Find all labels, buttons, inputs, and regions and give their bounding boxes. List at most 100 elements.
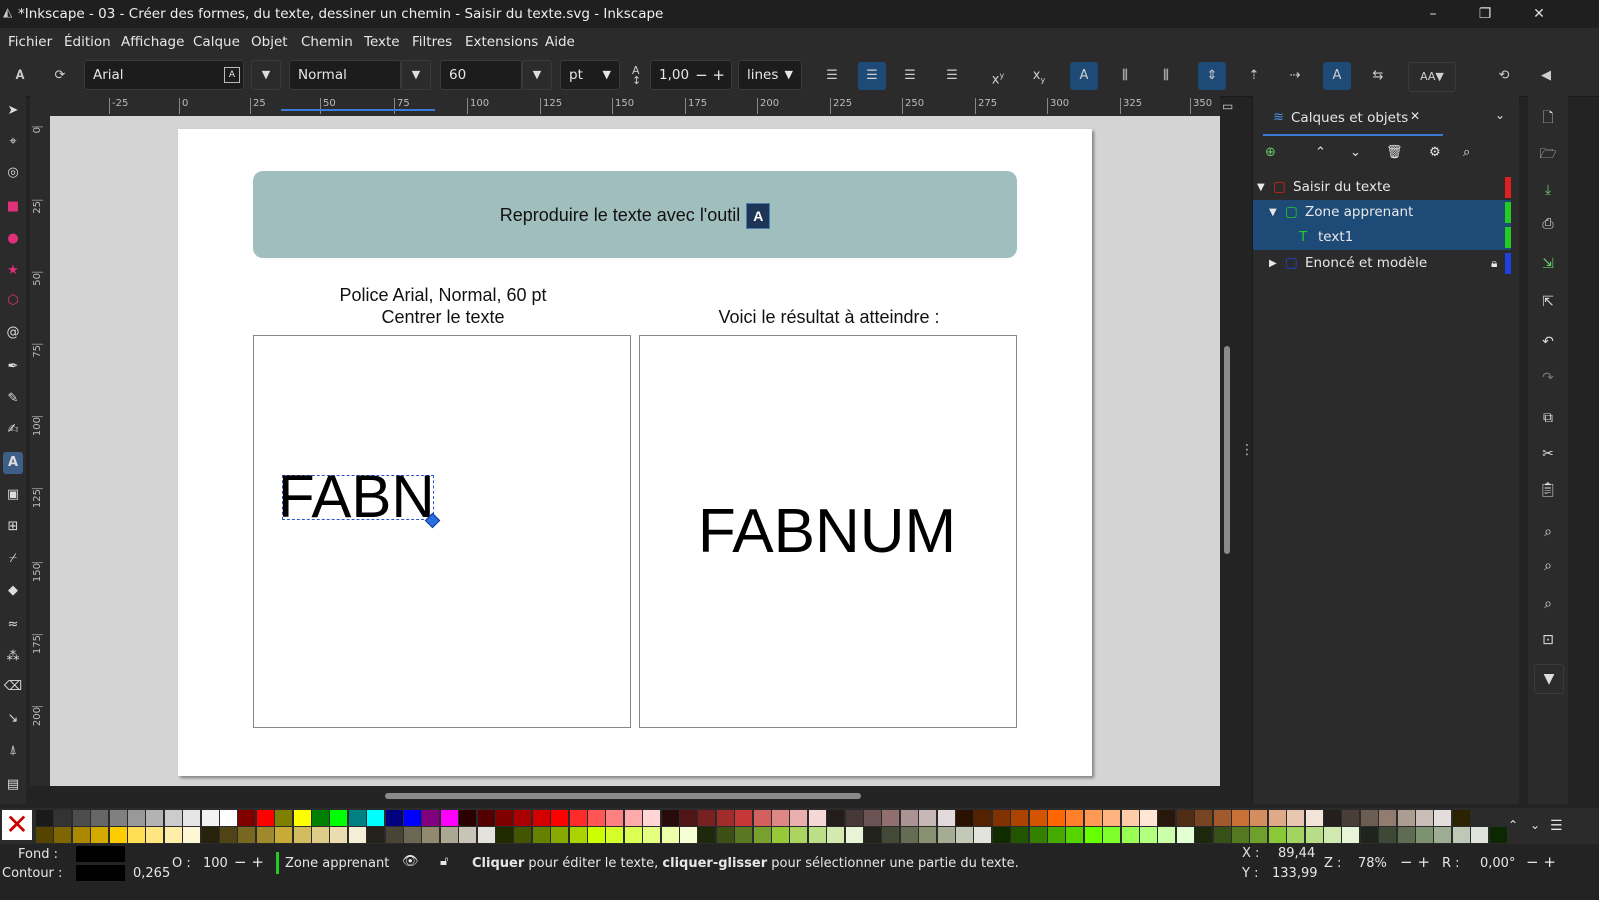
connector-tool-icon[interactable]: ↘ (3, 708, 23, 730)
color-swatch[interactable] (514, 810, 532, 826)
color-swatch[interactable] (1140, 827, 1157, 843)
color-swatch[interactable] (1029, 827, 1047, 843)
stepper-icon[interactable]: − + (695, 61, 725, 89)
color-swatch[interactable] (1287, 810, 1305, 826)
color-swatch[interactable] (1158, 810, 1176, 826)
expand-arrow-icon[interactable]: ▼ (1269, 200, 1277, 225)
font-size-field[interactable]: 60 (440, 60, 522, 90)
learner-zone[interactable] (253, 335, 631, 728)
color-swatch[interactable] (1103, 810, 1121, 826)
color-swatch[interactable] (624, 827, 642, 843)
color-swatch[interactable] (146, 810, 164, 826)
color-swatch[interactable] (183, 810, 201, 826)
import-icon[interactable]: ⇲ (1534, 250, 1562, 278)
color-swatch[interactable] (164, 827, 182, 843)
color-swatch[interactable] (220, 827, 237, 843)
mesh-tool-icon[interactable]: ⊞ (3, 516, 23, 538)
star-tool-icon[interactable]: ★ (3, 260, 23, 282)
lock-icon[interactable]: 🔒︎ (1491, 251, 1497, 276)
color-swatch[interactable] (54, 810, 72, 826)
refresh-icon[interactable]: ⟳ (46, 62, 74, 90)
color-swatch[interactable] (1379, 827, 1397, 843)
color-swatch[interactable] (588, 827, 605, 843)
color-swatch[interactable] (1176, 810, 1194, 826)
search-icon[interactable]: ⌕ (1463, 145, 1470, 160)
glyph-orientation-icon[interactable]: ⇕ (1198, 62, 1226, 90)
color-swatch[interactable] (1305, 810, 1323, 826)
vertical-ruler[interactable]: 0 25 50 75 100 125 150 175 200 (30, 96, 50, 786)
tab-calques[interactable]: ≋ Calques et objets ✕ (1263, 104, 1443, 136)
spacing-mode-select[interactable]: lines ▼ (738, 60, 802, 90)
color-swatch[interactable] (1121, 827, 1139, 843)
color-swatch[interactable] (1342, 827, 1360, 843)
expand-arrow-icon[interactable]: ▶ (1269, 251, 1277, 276)
opacity-value[interactable]: 100 (203, 856, 228, 871)
color-swatch[interactable] (1360, 827, 1378, 843)
maximize-button[interactable]: ❐ (1462, 0, 1508, 28)
color-swatch[interactable] (422, 810, 440, 826)
line-spacing-field[interactable]: 1,00 − + (650, 60, 732, 90)
move-up-icon[interactable]: ⌃ (1315, 145, 1326, 160)
color-swatch[interactable] (698, 810, 716, 826)
close-tab-icon[interactable]: ✕ (1410, 109, 1420, 123)
color-swatch[interactable] (220, 810, 237, 826)
color-swatch[interactable] (36, 827, 53, 843)
align-center-icon[interactable]: ☰ (858, 62, 886, 90)
fill-swatch[interactable] (76, 846, 125, 862)
color-swatch[interactable] (827, 810, 845, 826)
color-swatch[interactable] (440, 810, 458, 826)
color-swatch[interactable] (146, 827, 164, 843)
menu-filtres[interactable]: Filtres (412, 34, 452, 50)
color-swatch[interactable] (1434, 827, 1452, 843)
zoom-selection-icon[interactable]: ⌕ (1534, 518, 1562, 546)
color-swatch[interactable] (661, 827, 679, 843)
color-swatch[interactable] (680, 810, 697, 826)
color-swatch[interactable] (36, 810, 53, 826)
redo-icon[interactable]: ↷ (1534, 364, 1562, 392)
snap-toggle-icon[interactable]: ⟲ (1490, 62, 1518, 90)
color-swatch[interactable] (956, 827, 973, 843)
color-swatch[interactable] (882, 810, 900, 826)
align-right-icon[interactable]: ☰ (896, 62, 924, 90)
zoom-drawing-icon[interactable]: ⌕ (1534, 552, 1562, 580)
color-swatch[interactable] (661, 810, 679, 826)
text-case-dropdown[interactable]: AA▼ (1408, 62, 1456, 92)
open-icon[interactable]: 🗁︎ (1534, 140, 1562, 168)
commands-bar-toggle-icon[interactable]: ◀ (1532, 62, 1560, 90)
color-swatch[interactable] (937, 810, 955, 826)
color-swatch[interactable] (275, 810, 293, 826)
palette-down-icon[interactable]: ⌄ (1530, 818, 1540, 832)
cut-icon[interactable]: ✂ (1534, 440, 1562, 468)
color-swatch[interactable] (790, 810, 808, 826)
color-swatch[interactable] (1452, 810, 1470, 826)
color-swatch[interactable] (422, 827, 440, 843)
tweak-tool-icon[interactable]: ≈ (3, 614, 23, 636)
shape-builder-icon[interactable]: ◎ (3, 162, 23, 184)
color-swatch[interactable] (330, 827, 348, 843)
measure-tool-icon[interactable]: ⍋ (3, 740, 23, 762)
zoom-value[interactable]: 78% (1358, 856, 1387, 871)
color-swatch[interactable] (72, 810, 90, 826)
undo-icon[interactable]: ↶ (1534, 328, 1562, 356)
color-swatch[interactable] (790, 827, 808, 843)
current-layer[interactable]: Zone apprenant (285, 856, 389, 871)
color-swatch[interactable] (1342, 810, 1360, 826)
color-swatch[interactable] (1324, 810, 1341, 826)
color-swatch[interactable] (238, 810, 256, 826)
font-family-field[interactable]: Arial (84, 60, 244, 90)
gear-icon[interactable]: ⚙ (1429, 145, 1441, 160)
color-swatch[interactable] (1287, 827, 1305, 843)
rectangle-tool-icon[interactable]: ■ (3, 196, 23, 218)
color-swatch[interactable] (845, 827, 863, 843)
color-swatch[interactable] (698, 827, 716, 843)
eraser-tool-icon[interactable]: ⌫ (3, 676, 23, 698)
layer-row[interactable]: ▶ ▢ Enoncé et modèle 🔒︎ (1253, 251, 1511, 276)
font-style-dropdown[interactable]: ▼ (401, 60, 431, 90)
color-swatch[interactable] (330, 810, 348, 826)
color-swatch[interactable] (937, 827, 955, 843)
text-orientation-icon[interactable]: A (1070, 62, 1098, 90)
color-swatch[interactable] (367, 810, 385, 826)
color-swatch[interactable] (735, 810, 753, 826)
pen-tool-icon[interactable]: ✒ (3, 356, 23, 378)
color-swatch[interactable] (238, 827, 256, 843)
